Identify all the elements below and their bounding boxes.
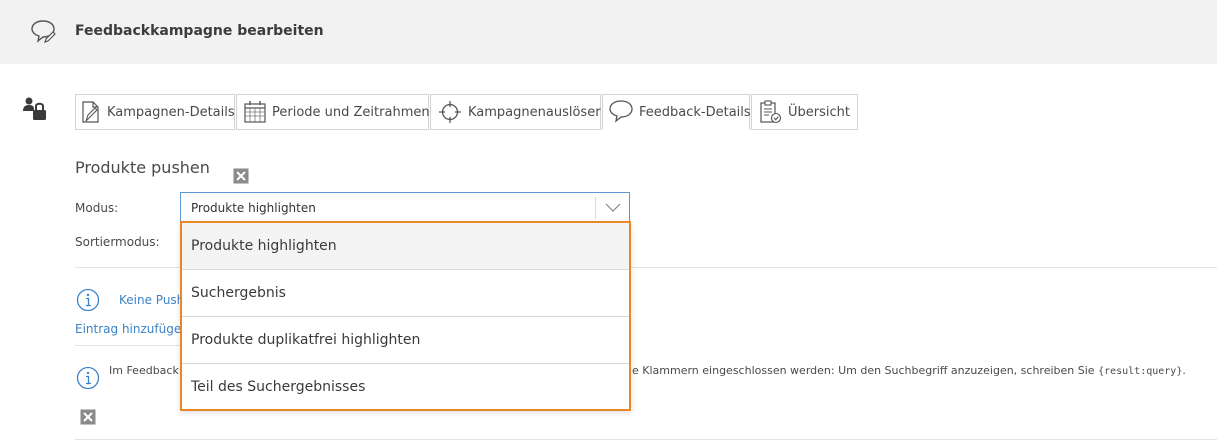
info-icon	[76, 288, 100, 312]
mode-select[interactable]: Produkte highlighten	[180, 192, 630, 222]
mode-dropdown-list: Produkte highlighten Suchergebnis Produk…	[180, 221, 631, 411]
tab-uebersicht[interactable]: Übersicht	[751, 94, 858, 130]
tab-label: Übersicht	[788, 105, 850, 120]
dropdown-option-teil-des-suchergebnisses[interactable]: Teil des Suchergebnisses	[182, 364, 629, 411]
speech-bubble-pencil-icon	[31, 20, 56, 43]
section-title: Produkte pushen	[75, 158, 210, 177]
divider	[75, 439, 1217, 440]
mode-label: Modus:	[75, 201, 119, 215]
page-title: Feedbackkampagne bearbeiten	[75, 23, 324, 39]
tab-label: Kampagnenauslöser	[468, 105, 601, 120]
remove-icon[interactable]	[233, 168, 249, 184]
page-header: Feedbackkampagne bearbeiten	[0, 0, 1217, 64]
note-suffix: e Klammern eingeschlossen werden: Um den…	[632, 364, 1095, 377]
tab-label: Feedback-Details	[639, 105, 751, 120]
speech-bubble-icon	[609, 100, 633, 123]
add-entry-link[interactable]: Eintrag hinzufügen	[75, 322, 189, 336]
tab-kampagnenausloeser[interactable]: Kampagnenauslöser	[430, 94, 601, 130]
document-edit-icon	[82, 101, 99, 123]
mode-select-value: Produkte highlighten	[191, 201, 316, 215]
tab-periode-und-zeitrahmen[interactable]: Periode und Zeitrahmen	[236, 94, 430, 130]
select-divider	[595, 197, 596, 219]
divider	[75, 345, 180, 346]
remove-icon[interactable]	[80, 409, 96, 425]
tab-feedback-details[interactable]: Feedback-Details	[602, 94, 751, 130]
tab-label: Kampagnen-Details	[107, 105, 235, 120]
note-end: .	[1182, 364, 1186, 377]
crosshair-icon	[439, 101, 461, 123]
tab-label: Periode und Zeitrahmen	[272, 105, 430, 120]
info-icon	[76, 366, 100, 390]
dropdown-option-produkte-highlighten[interactable]: Produkte highlighten	[182, 223, 629, 270]
note-prefix: Im Feedback	[109, 364, 179, 377]
sort-mode-label: Sortiermodus:	[75, 235, 160, 249]
dropdown-option-produkte-duplikatfrei-highlighten[interactable]: Produkte duplikatfrei highlighten	[182, 317, 629, 364]
note-code: {result:query}	[1098, 366, 1183, 377]
tab-kampagnen-details[interactable]: Kampagnen-Details	[75, 94, 235, 130]
calendar-icon	[244, 101, 266, 123]
user-lock-icon	[23, 97, 46, 120]
note-text: e Klammern eingeschlossen werden: Um den…	[632, 364, 1186, 377]
no-push-link[interactable]: Keine Push	[119, 293, 184, 307]
dropdown-option-suchergebnis[interactable]: Suchergebnis	[182, 270, 629, 317]
clipboard-check-icon	[760, 100, 782, 124]
chevron-down-icon[interactable]	[605, 201, 621, 213]
